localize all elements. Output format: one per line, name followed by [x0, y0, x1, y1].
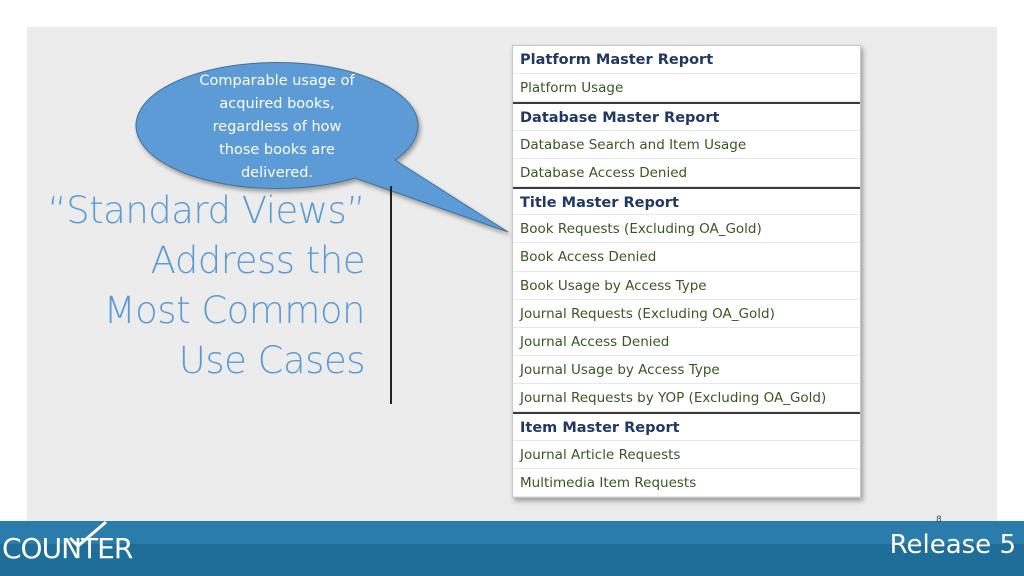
callout-line: acquired books, — [219, 96, 335, 112]
callout-line: those books are — [219, 142, 335, 158]
page-number: 8 — [936, 515, 942, 525]
report-header-row: Platform Master Report — [513, 46, 860, 75]
callout-line: Comparable usage of — [199, 73, 355, 89]
report-item-row: Journal Article Requests — [513, 441, 860, 469]
title-line: Use Cases — [178, 339, 366, 382]
callout-line: regardless of how — [212, 119, 342, 135]
report-item-row: Journal Requests (Excluding OA_Gold) — [513, 300, 860, 328]
report-item-row: Journal Usage by Access Type — [513, 356, 860, 385]
report-item-row: Platform Usage — [513, 74, 860, 103]
report-table: Platform Master Report Platform Usage Data… — [512, 45, 861, 498]
report-header-row: Database Master Report — [513, 102, 860, 131]
title-line: “Standard Views” — [47, 189, 365, 232]
report-item-row: Multimedia Item Requests — [513, 469, 860, 497]
report-item-row: Journal Requests by YOP (Excluding OA_Go… — [513, 384, 860, 413]
title-line: Address the — [150, 239, 366, 282]
slide-title: “Standard Views” Address the Most Common… — [20, 186, 365, 386]
callout-text: Comparable usage of acquired books, rega… — [188, 70, 366, 185]
report-item-row: Database Search and Item Usage — [513, 131, 860, 159]
report-item-row: Journal Access Denied — [513, 328, 860, 357]
callout-line: delivered. — [240, 165, 314, 181]
footer-bar — [0, 521, 1024, 576]
title-divider — [390, 186, 392, 404]
title-line: Most Common — [103, 289, 366, 332]
report-item-row: Book Usage by Access Type — [513, 272, 860, 300]
report-item-row: Book Access Denied — [513, 243, 860, 272]
footer-band — [0, 521, 1024, 544]
report-header-row: Item Master Report — [513, 412, 860, 441]
report-header-row: Title Master Report — [513, 186, 860, 216]
report-item-row: Database Access Denied — [513, 159, 860, 187]
release-label: Release 5 — [889, 530, 1016, 560]
report-item-row: Book Requests (Excluding OA_Gold) — [513, 215, 860, 244]
counter-logo: COUNTER — [2, 532, 133, 565]
